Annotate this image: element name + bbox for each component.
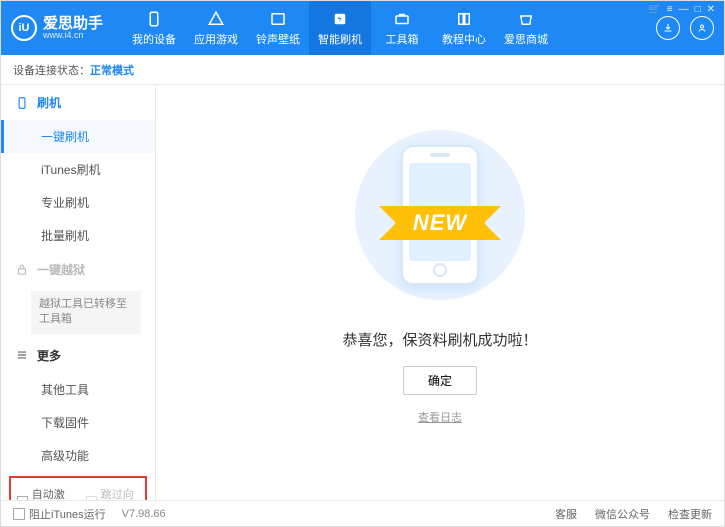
footer: 阻止iTunes运行 V7.98.66 客服 微信公众号 检查更新 xyxy=(1,500,724,526)
checkbox-icon xyxy=(13,508,25,520)
nav-tutorials[interactable]: 教程中心 xyxy=(433,1,495,55)
view-log-link[interactable]: 查看日志 xyxy=(418,409,462,425)
user-button[interactable] xyxy=(690,16,714,40)
ok-button[interactable]: 确定 xyxy=(403,366,477,395)
flash-icon xyxy=(331,10,349,28)
app-url: www.i4.cn xyxy=(43,31,103,40)
version-label: V7.98.66 xyxy=(122,508,166,520)
sidebar: 刷机 一键刷机 iTunes刷机 专业刷机 批量刷机 一键越狱 越狱工具已转移至… xyxy=(1,85,156,500)
logo-badge: iU xyxy=(11,15,37,41)
image-icon xyxy=(269,10,287,28)
apps-icon xyxy=(207,10,225,28)
nav-store[interactable]: 爱思商城 xyxy=(495,1,557,55)
jailbreak-note: 越狱工具已转移至工具箱 xyxy=(31,291,141,334)
success-message: 恭喜您，保资料刷机成功啦！ xyxy=(342,329,537,350)
checkbox-auto-activate[interactable]: 自动激活 xyxy=(17,486,70,500)
nav-smart-flash[interactable]: 智能刷机 xyxy=(309,1,371,55)
header: iU 爱思助手 www.i4.cn 我的设备 应用游戏 铃声壁纸 智能刷机 xyxy=(1,1,724,55)
phone-icon xyxy=(15,96,29,110)
nav-my-device[interactable]: 我的设备 xyxy=(123,1,185,55)
minimize-icon[interactable]: — xyxy=(679,4,689,15)
window-controls: 🛒 ≡ — □ ✕ xyxy=(648,4,715,15)
status-mode: 正常模式 xyxy=(90,62,134,78)
sidebar-item-advanced[interactable]: 高级功能 xyxy=(1,439,155,472)
nav-ringtone-wallpaper[interactable]: 铃声壁纸 xyxy=(247,1,309,55)
success-illustration: NEW xyxy=(340,125,540,305)
list-icon xyxy=(15,348,29,362)
options-highlight-box: 自动激活 跳过向导 xyxy=(9,476,147,500)
device-icon xyxy=(145,10,163,28)
sidebar-item-download-firmware[interactable]: 下载固件 xyxy=(1,406,155,439)
app-title: 爱思助手 xyxy=(43,16,103,31)
checkbox-block-itunes[interactable]: 阻止iTunes运行 xyxy=(13,506,106,522)
sidebar-item-batch-flash[interactable]: 批量刷机 xyxy=(1,219,155,252)
close-icon[interactable]: ✕ xyxy=(707,4,715,15)
maximize-icon[interactable]: □ xyxy=(695,4,701,15)
sidebar-section-flash[interactable]: 刷机 xyxy=(1,85,155,120)
status-bar: 设备连接状态： 正常模式 xyxy=(1,55,724,85)
checkbox-skip-guide[interactable]: 跳过向导 xyxy=(86,486,139,500)
nav-toolbox[interactable]: 工具箱 xyxy=(371,1,433,55)
new-ribbon: NEW xyxy=(395,206,485,240)
main-content: NEW 恭喜您，保资料刷机成功啦！ 确定 查看日志 xyxy=(156,85,724,500)
book-icon xyxy=(455,10,473,28)
sidebar-section-more[interactable]: 更多 xyxy=(1,338,155,373)
status-label: 设备连接状态： xyxy=(13,62,90,78)
store-icon xyxy=(517,10,535,28)
sidebar-item-pro-flash[interactable]: 专业刷机 xyxy=(1,186,155,219)
sidebar-section-jailbreak: 一键越狱 xyxy=(1,252,155,287)
footer-link-service[interactable]: 客服 xyxy=(555,506,577,522)
top-nav: 我的设备 应用游戏 铃声壁纸 智能刷机 工具箱 教程中心 xyxy=(123,1,557,55)
footer-link-wechat[interactable]: 微信公众号 xyxy=(595,506,650,522)
sidebar-item-itunes-flash[interactable]: iTunes刷机 xyxy=(1,153,155,186)
lock-icon xyxy=(15,263,29,277)
cart-icon[interactable]: 🛒 xyxy=(648,4,660,15)
sidebar-item-onekey-flash[interactable]: 一键刷机 xyxy=(1,120,155,153)
logo[interactable]: iU 爱思助手 www.i4.cn xyxy=(11,15,103,41)
nav-apps-games[interactable]: 应用游戏 xyxy=(185,1,247,55)
toolbox-icon xyxy=(393,10,411,28)
menu-icon[interactable]: ≡ xyxy=(667,4,673,15)
footer-link-update[interactable]: 检查更新 xyxy=(668,506,712,522)
sidebar-item-other-tools[interactable]: 其他工具 xyxy=(1,373,155,406)
download-button[interactable] xyxy=(656,16,680,40)
